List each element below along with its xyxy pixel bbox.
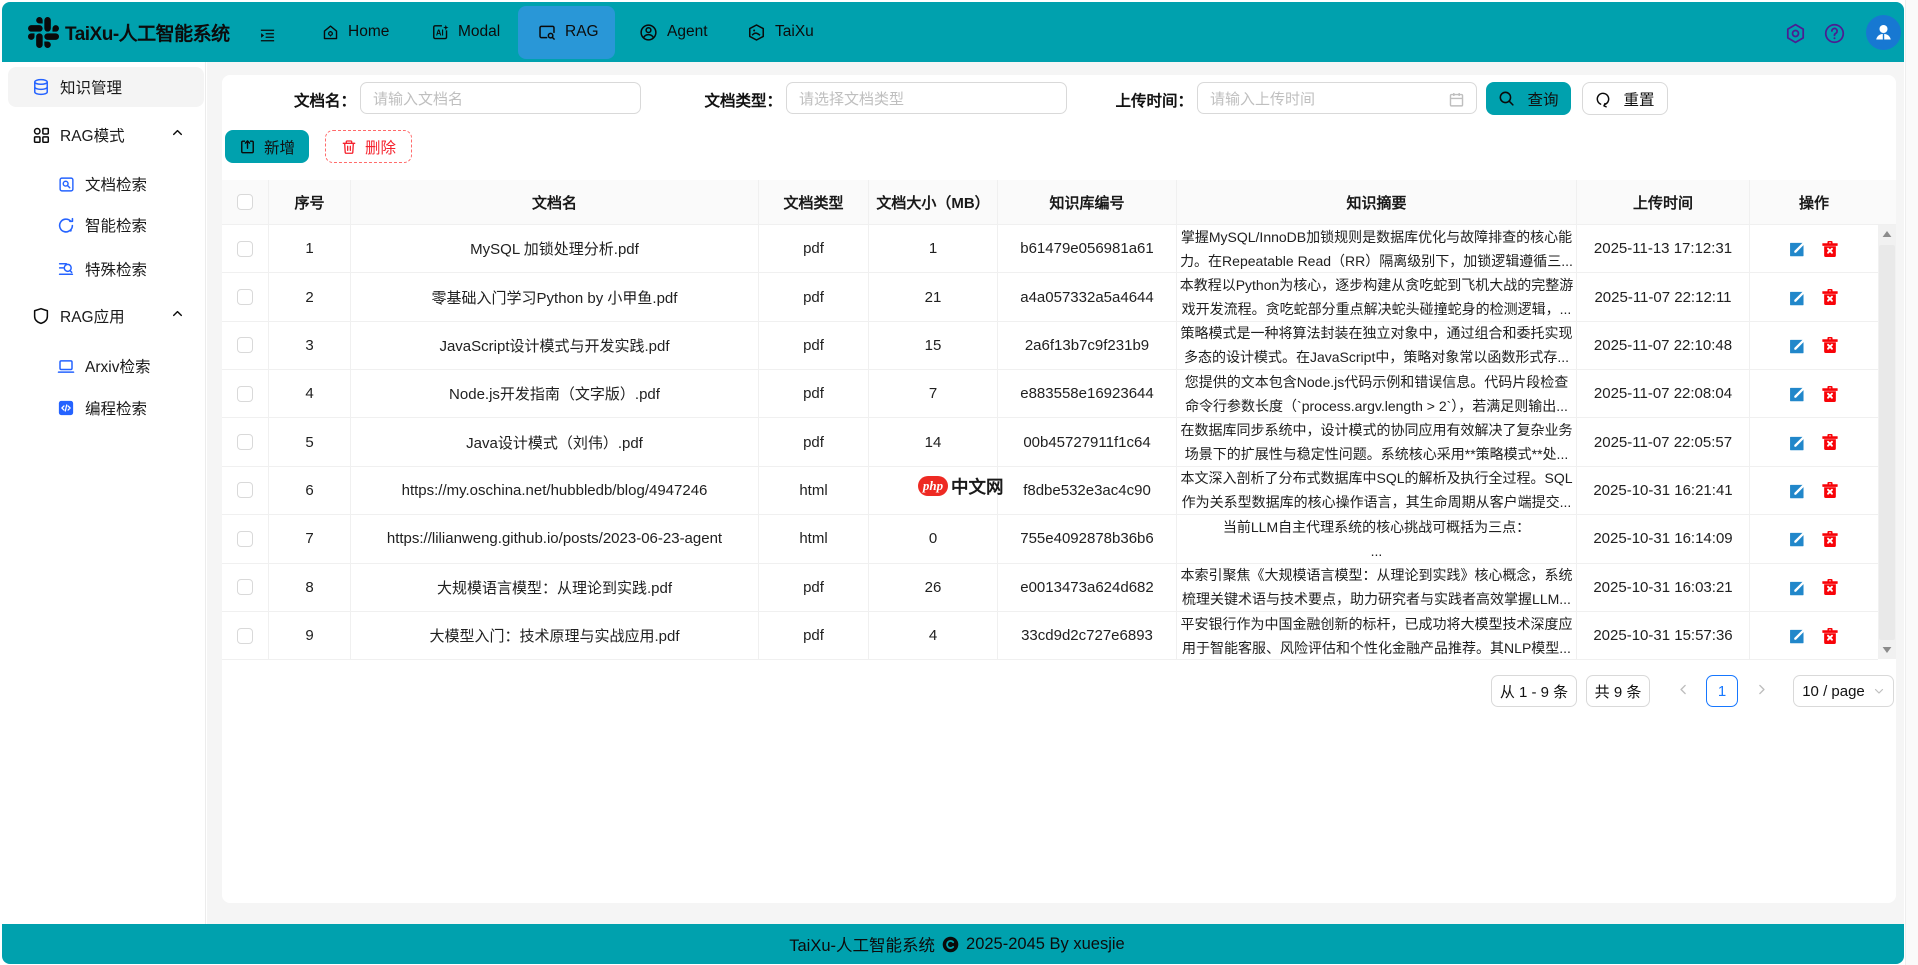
svg-text:AI: AI <box>436 28 444 37</box>
